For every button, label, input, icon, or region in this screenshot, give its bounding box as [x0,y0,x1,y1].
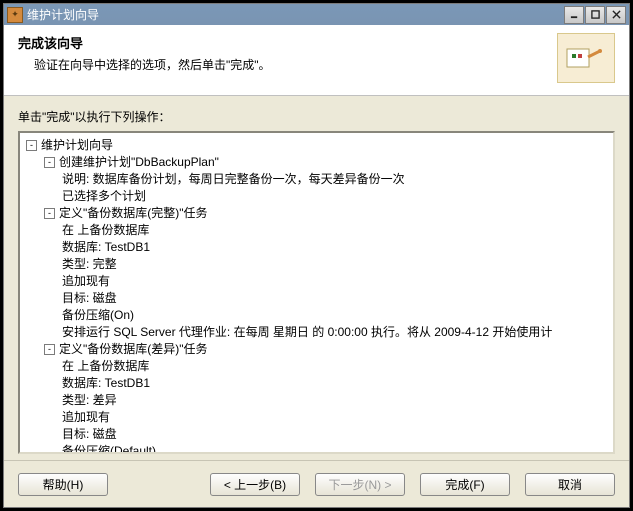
summary-tree[interactable]: -维护计划向导 -创建维护计划"DbBackupPlan" 说明: 数据库备份计… [18,131,615,454]
tree-leaf: 目标: 磁盘 [62,291,117,305]
close-button[interactable] [606,6,626,24]
next-button: 下一步(N) > [315,473,405,496]
maximize-button[interactable] [585,6,605,24]
expand-toggle[interactable]: - [44,157,55,168]
minimize-button[interactable] [564,6,584,24]
tree-leaf: 在 上备份数据库 [62,223,149,237]
expand-toggle[interactable]: - [26,140,37,151]
cancel-button[interactable]: 取消 [525,473,615,496]
title-bar: ✦ 维护计划向导 [4,4,629,25]
expand-toggle[interactable]: - [44,208,55,219]
tree-plan-label: 创建维护计划"DbBackupPlan" [59,154,219,171]
expand-toggle[interactable]: - [44,344,55,355]
wizard-body: 单击"完成"以执行下列操作： -维护计划向导 -创建维护计划"DbBackupP… [4,96,629,460]
tree-leaf: 已选择多个计划 [62,189,146,203]
tree-root: 维护计划向导 [41,137,113,154]
header-subtitle: 验证在向导中选择的选项，然后单击"完成"。 [34,56,557,73]
tree-leaf: 数据库: TestDB1 [62,240,150,254]
tree-leaf: 追加现有 [62,274,110,288]
wizard-window: ✦ 维护计划向导 完成该向导 验证在向导中选择的选项，然后单击"完成"。 单击"… [4,4,629,507]
tree-leaf: 目标: 磁盘 [62,427,117,441]
tree-leaf: 在 上备份数据库 [62,359,149,373]
tree-leaf: 备份压缩(On) [62,308,134,322]
tree-leaf: 说明: 数据库备份计划，每周日完整备份一次，每天差异备份一次 [62,172,405,186]
tree-task-diff: 定义"备份数据库(差异)"任务 [59,341,208,358]
help-button[interactable]: 帮助(H) [18,473,108,496]
tree-leaf: 数据库: TestDB1 [62,376,150,390]
header-title: 完成该向导 [18,33,557,52]
wizard-footer: 帮助(H) < 上一步(B) 下一步(N) > 完成(F) 取消 [4,460,629,507]
tree-leaf: 类型: 差异 [62,393,117,407]
back-button[interactable]: < 上一步(B) [210,473,300,496]
tree-leaf: 追加现有 [62,410,110,424]
tree-leaf: 类型: 完整 [62,257,117,271]
tree-leaf: 备份压缩(Default) [62,444,156,454]
instruction-text: 单击"完成"以执行下列操作： [18,108,615,125]
window-title: 维护计划向导 [27,6,564,23]
finish-button[interactable]: 完成(F) [420,473,510,496]
tree-task-full: 定义"备份数据库(完整)"任务 [59,205,208,222]
app-icon: ✦ [7,7,23,23]
header-illustration [557,33,615,83]
tree-leaf: 安排运行 SQL Server 代理作业: 在每周 星期日 的 0:00:00 … [62,325,552,339]
wizard-header: 完成该向导 验证在向导中选择的选项，然后单击"完成"。 [4,25,629,96]
